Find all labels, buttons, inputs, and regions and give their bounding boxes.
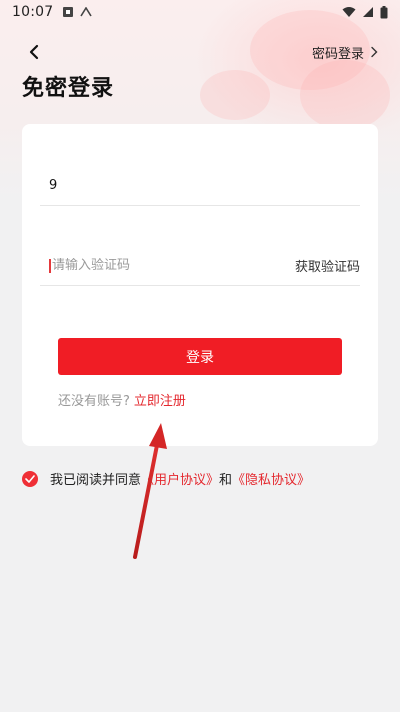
status-system-icons <box>342 5 388 19</box>
checkmark-icon <box>25 474 35 483</box>
login-button[interactable]: 登录 <box>58 338 342 375</box>
wifi-icon <box>342 7 356 17</box>
status-time: 10:07 <box>12 4 54 20</box>
agreement-checkbox[interactable] <box>22 470 38 487</box>
login-card: 9 获取验证码 登录 还没有账号? 立即注册 <box>22 124 378 446</box>
agreement-row: 我已阅读并同意 《用户协议》 和 《隐私协议》 <box>22 469 310 488</box>
register-link[interactable]: 立即注册 <box>134 390 186 409</box>
signal-icon <box>80 7 93 17</box>
chevron-right-icon <box>371 46 378 58</box>
page-title: 免密登录 <box>22 76 115 101</box>
get-code-button[interactable]: 获取验证码 <box>295 256 360 275</box>
register-row: 还没有账号? 立即注册 <box>58 390 186 409</box>
battery-icon <box>380 5 388 18</box>
verification-code-input[interactable] <box>52 258 272 273</box>
privacy-policy-link[interactable]: 《隐私协议》 <box>232 469 310 488</box>
back-button[interactable] <box>22 40 46 64</box>
user-agreement-link[interactable]: 《用户协议》 <box>141 469 219 488</box>
notification-a-icon <box>63 7 74 17</box>
no-account-text: 还没有账号? <box>58 394 130 409</box>
verification-code-field[interactable]: 获取验证码 <box>40 246 360 286</box>
status-notifications <box>63 7 93 17</box>
agreement-and: 和 <box>219 473 233 488</box>
password-login-label: 密码登录 <box>311 46 364 62</box>
password-login-link[interactable]: 密码登录 <box>312 40 378 64</box>
phone-input-value[interactable]: 9 <box>40 178 57 193</box>
chevron-left-icon <box>29 44 39 60</box>
phone-field[interactable]: 9 <box>40 166 360 206</box>
cellular-icon <box>363 7 373 17</box>
login-screen: 10:07 密码登录 免密登录 9 请输入验证码 获取验证码 登录 还没有账号?… <box>0 0 400 712</box>
status-bar: 10:07 <box>0 0 400 24</box>
text-cursor <box>49 258 51 273</box>
agreement-prefix: 我已阅读并同意 <box>50 473 142 488</box>
